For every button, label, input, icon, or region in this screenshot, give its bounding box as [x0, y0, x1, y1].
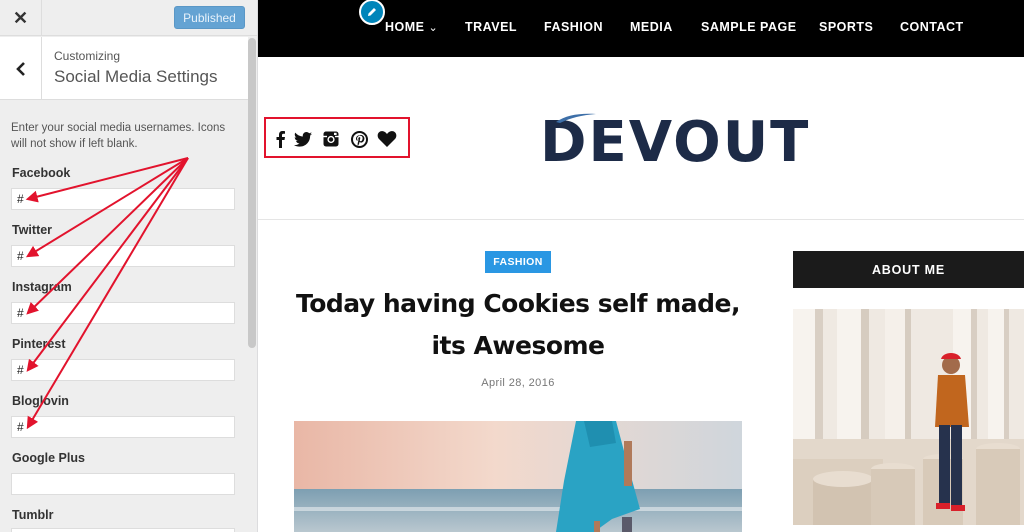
customizer-app: ✕ Published Customizing Social Media Set… — [0, 0, 1024, 532]
section-description: Enter your social media usernames. Icons… — [11, 122, 226, 150]
nav-home[interactable]: HOME ⌄ — [385, 20, 438, 34]
beach-woman-photo — [294, 421, 742, 532]
close-icon: ✕ — [12, 7, 29, 28]
google-plus-input[interactable] — [11, 473, 235, 495]
tumblr-input[interactable] — [11, 528, 235, 532]
bloglovin-heart-icon[interactable] — [377, 129, 397, 149]
nav-sample-page[interactable]: SAMPLE PAGE — [701, 20, 797, 34]
google-plus-label: Google Plus — [12, 451, 85, 465]
chevron-left-icon — [15, 61, 25, 76]
post-featured-image[interactable] — [294, 421, 742, 532]
close-customizer-button[interactable]: ✕ — [0, 0, 42, 36]
site-preview: HOME ⌄ TRAVEL FASHION MEDIA SAMPLE PAGE … — [258, 0, 1024, 532]
nav-contact[interactable]: CONTACT — [900, 20, 964, 34]
post-title[interactable]: Today having Cookies self made, its Awes… — [294, 283, 742, 367]
published-button[interactable]: Published — [174, 6, 245, 29]
section-header: Customizing Social Media Settings — [0, 37, 248, 100]
back-button[interactable] — [0, 37, 42, 100]
about-me-widget-title: ABOUT ME — [793, 251, 1024, 288]
section-title: Social Media Settings — [54, 67, 218, 86]
category-badge[interactable]: FASHION — [485, 251, 551, 273]
nav-sports[interactable]: SPORTS — [819, 20, 873, 34]
twitter-input[interactable] — [11, 245, 235, 267]
man-with-columns-photo — [793, 309, 1024, 525]
pinterest-input[interactable] — [11, 359, 235, 381]
facebook-icon[interactable] — [270, 129, 290, 149]
nav-fashion[interactable]: FASHION — [544, 20, 603, 34]
sidebar-scrollbar[interactable] — [248, 38, 256, 348]
facebook-input[interactable] — [11, 188, 235, 210]
post-date: April 28, 2016 — [481, 377, 555, 389]
chevron-down-icon: ⌄ — [428, 22, 439, 34]
instagram-label: Instagram — [12, 280, 72, 294]
breadcrumb: Customizing — [54, 49, 121, 63]
social-icons-highlight — [264, 117, 410, 158]
instagram-icon[interactable] — [321, 129, 341, 149]
about-me-image — [793, 309, 1024, 525]
tumblr-label: Tumblr — [12, 508, 54, 522]
bloglovin-label: Bloglovin — [12, 394, 69, 408]
header-divider — [258, 219, 1024, 220]
twitter-label: Twitter — [12, 223, 53, 237]
instagram-input[interactable] — [11, 302, 235, 324]
pinterest-label: Pinterest — [12, 337, 66, 351]
customizer-sidebar: ✕ Published Customizing Social Media Set… — [0, 0, 258, 532]
nav-travel[interactable]: TRAVEL — [465, 20, 517, 34]
pencil-icon — [368, 8, 376, 16]
twitter-icon[interactable] — [293, 129, 313, 149]
edit-shortcut-button[interactable] — [359, 0, 385, 25]
bloglovin-input[interactable] — [11, 416, 235, 438]
logo-swoosh-mark — [556, 113, 596, 123]
nav-home-label: HOME — [385, 20, 425, 34]
top-navigation: HOME ⌄ TRAVEL FASHION MEDIA SAMPLE PAGE … — [258, 0, 1024, 57]
customizer-topbar: ✕ Published — [0, 0, 257, 36]
nav-media[interactable]: MEDIA — [630, 20, 673, 34]
facebook-label: Facebook — [12, 166, 71, 180]
pinterest-icon[interactable] — [349, 129, 369, 149]
